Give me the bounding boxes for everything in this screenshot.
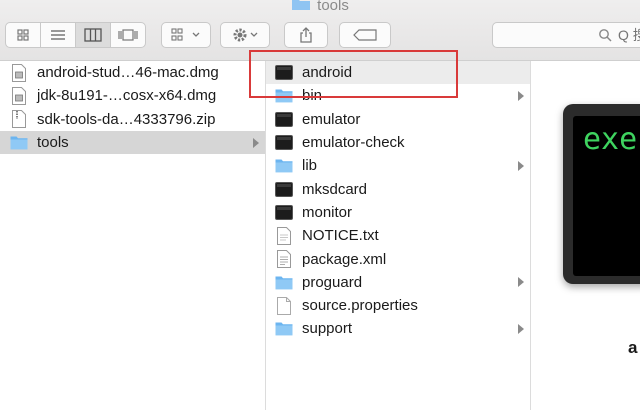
- item-name: lib: [302, 157, 318, 175]
- folder-icon: [275, 157, 293, 175]
- file-row[interactable]: emulator: [266, 108, 530, 131]
- item-name: package.xml: [302, 250, 387, 268]
- folder-icon: [275, 87, 293, 105]
- column-view-button[interactable]: [76, 23, 111, 47]
- folder-icon: [291, 0, 311, 15]
- document-icon: [275, 296, 293, 315]
- column-view-icon: [84, 28, 102, 42]
- item-name: monitor: [302, 203, 353, 221]
- disclosure-arrow-icon: [518, 90, 524, 101]
- text-file-icon: [275, 226, 293, 245]
- file-row[interactable]: NOTICE.txt: [266, 224, 530, 247]
- file-row[interactable]: android-stud…46-mac.dmg: [0, 61, 265, 84]
- search-input[interactable]: [493, 23, 640, 47]
- preview-icon-text: exe: [583, 122, 638, 157]
- folder-icon: [275, 320, 293, 338]
- tags-button[interactable]: [339, 22, 391, 48]
- item-name: source.properties: [302, 297, 418, 315]
- disclosure-arrow-icon: [518, 160, 524, 171]
- coverflow-view-icon: [118, 29, 138, 41]
- file-row[interactable]: monitor: [266, 201, 530, 224]
- zip-file-icon: [10, 110, 28, 129]
- toolbar: tools: [0, 0, 640, 61]
- coverflow-view-button[interactable]: [111, 23, 145, 47]
- disclosure-arrow-icon: [518, 323, 524, 334]
- terminal-exec-icon: [275, 64, 293, 82]
- icon-view-icon: [17, 29, 29, 41]
- disk-image-icon: [10, 86, 28, 105]
- share-icon: [300, 27, 312, 43]
- folder-row[interactable]: proguard: [266, 271, 530, 294]
- folder-row[interactable]: lib: [266, 154, 530, 177]
- chevron-down-icon: [192, 32, 200, 37]
- item-name: proguard: [302, 273, 363, 291]
- file-row[interactable]: android: [266, 61, 530, 85]
- folder-icon: [10, 134, 28, 152]
- action-menu[interactable]: [220, 22, 270, 48]
- view-mode-control: [5, 22, 146, 48]
- item-name: NOTICE.txt: [302, 227, 379, 245]
- search-field[interactable]: [492, 22, 640, 48]
- disk-image-icon: [10, 63, 28, 82]
- tag-icon: [353, 29, 377, 41]
- preview-file-name: a: [628, 338, 638, 357]
- file-row[interactable]: jdk-8u191-…cosx-x64.dmg: [0, 84, 265, 107]
- icon-view-button[interactable]: [6, 23, 41, 47]
- file-row[interactable]: source.properties: [266, 294, 530, 317]
- arrange-menu[interactable]: [161, 22, 211, 48]
- disclosure-arrow-icon: [518, 277, 524, 288]
- item-name: mksdcard: [302, 180, 368, 198]
- item-name: jdk-8u191-…cosx-x64.dmg: [37, 87, 217, 105]
- item-name: support: [302, 320, 353, 338]
- folder-row[interactable]: support: [266, 317, 530, 340]
- folder-row[interactable]: tools: [0, 130, 265, 155]
- file-row[interactable]: sdk-tools-da…4333796.zip: [0, 108, 265, 131]
- list-view-icon: [51, 30, 65, 40]
- terminal-exec-icon: [275, 203, 293, 221]
- list-view-button[interactable]: [41, 23, 76, 47]
- xml-file-icon: [275, 250, 293, 269]
- file-row[interactable]: mksdcard: [266, 177, 530, 200]
- file-row[interactable]: emulator-check: [266, 131, 530, 154]
- column-2: android bin emulator emulator-check lib mksdc…: [266, 61, 531, 410]
- folder-row[interactable]: bin: [266, 84, 530, 107]
- item-name: tools: [37, 134, 69, 152]
- folder-icon: [275, 273, 293, 291]
- column-1: android-stud…46-mac.dmg jdk-8u191-…cosx-x…: [0, 61, 266, 410]
- item-name: sdk-tools-da…4333796.zip: [37, 110, 216, 128]
- terminal-exec-icon: [275, 134, 293, 152]
- terminal-exec-icon: [275, 110, 293, 128]
- terminal-exec-icon: [275, 180, 293, 198]
- file-row[interactable]: package.xml: [266, 247, 530, 270]
- share-button[interactable]: [284, 22, 328, 48]
- arrange-icon: [171, 28, 183, 41]
- item-name: emulator: [302, 110, 361, 128]
- disclosure-arrow-icon: [253, 137, 259, 148]
- item-name: emulator-check: [302, 134, 405, 152]
- item-name: bin: [302, 87, 323, 105]
- gear-icon: [233, 28, 247, 42]
- item-name: android-stud…46-mac.dmg: [37, 64, 219, 82]
- chevron-down-icon: [250, 32, 258, 37]
- window-title: tools: [0, 0, 640, 15]
- item-name: android: [302, 64, 353, 82]
